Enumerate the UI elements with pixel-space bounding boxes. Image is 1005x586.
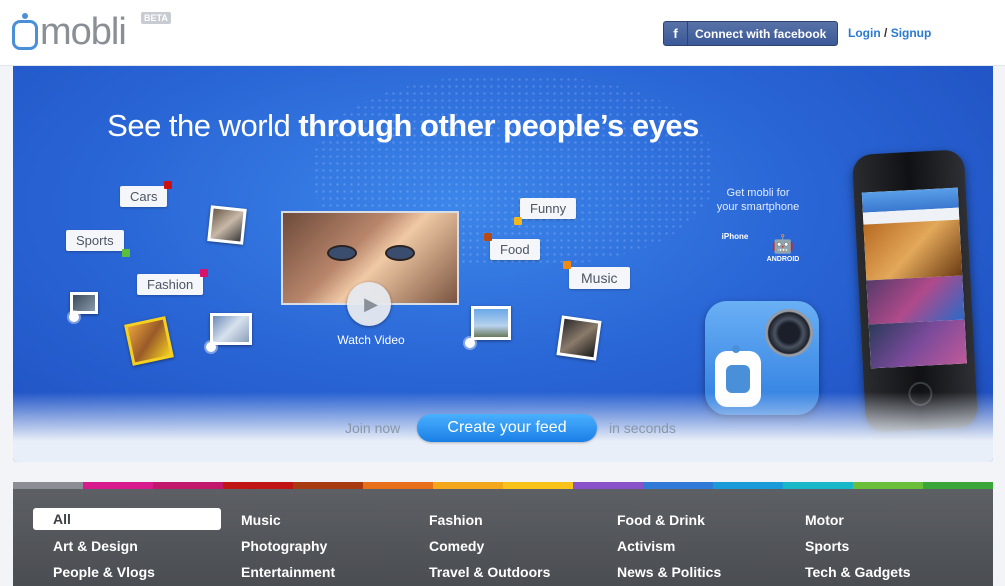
eye-left <box>329 247 355 259</box>
stripe-segment <box>153 482 223 489</box>
tag-cars[interactable]: Cars <box>120 181 173 207</box>
mobli-logo[interactable]: mobli <box>12 11 127 53</box>
location-pin-icon <box>206 342 216 352</box>
stripe-segment <box>223 482 293 489</box>
photo-thumb-man[interactable] <box>207 205 247 245</box>
location-pin-icon <box>465 338 475 348</box>
join-now-text: Join now <box>345 420 401 436</box>
tag-fashion-label: Fashion <box>147 277 194 292</box>
login-signup: Login / Signup <box>848 26 931 40</box>
phone-screen <box>861 187 967 369</box>
get-mobli-line1: Get mobli for <box>726 187 790 199</box>
video-face-eyes <box>323 247 423 261</box>
tag-food-label: Food <box>500 242 530 257</box>
android-icon: 🤖 <box>771 234 795 254</box>
category-food-drink[interactable]: Food & Drink <box>617 512 705 528</box>
headline-light: See the world <box>107 108 291 143</box>
tag-funny-dot <box>514 217 522 225</box>
category-activism[interactable]: Activism <box>617 538 675 554</box>
tag-music-dot <box>563 261 571 269</box>
iphone-download-link[interactable]: iPhone <box>715 232 755 241</box>
stripe-segment <box>643 482 713 489</box>
tag-food[interactable]: Food <box>484 233 540 260</box>
tag-food-dot <box>484 233 492 241</box>
photo-thumb-hat[interactable] <box>124 316 174 366</box>
android-label: ANDROID <box>766 256 800 263</box>
category-comedy[interactable]: Comedy <box>429 538 484 554</box>
stripe-segment <box>923 482 993 489</box>
category-news-politics[interactable]: News & Politics <box>617 564 721 580</box>
in-seconds-text: in seconds <box>609 420 676 436</box>
category-all[interactable]: All <box>33 508 221 530</box>
logo-o-icon <box>12 13 38 50</box>
play-icon[interactable]: ▶ <box>347 282 391 326</box>
tag-music[interactable]: Music <box>563 261 630 289</box>
tag-music-label: Music <box>581 270 618 286</box>
photo-thumb-street[interactable] <box>70 292 98 314</box>
login-separator: / <box>884 26 888 40</box>
iphone-mockup <box>851 149 979 433</box>
photo-thumb-eiffel[interactable] <box>471 306 511 340</box>
hero-headline: See the world through other people’s eye… <box>13 108 793 144</box>
connect-facebook-label: Connect with facebook <box>695 26 827 41</box>
headline-bold: through other people’s eyes <box>298 108 699 143</box>
photo-thumb-liberty[interactable] <box>210 313 252 345</box>
signup-link[interactable]: Signup <box>891 26 932 40</box>
connect-facebook-button[interactable]: f Connect with facebook <box>663 21 838 46</box>
tag-fashion-dot <box>200 269 209 277</box>
tag-cars-dot <box>164 181 173 189</box>
category-art-design[interactable]: Art & Design <box>53 538 138 554</box>
eye-right <box>387 247 413 259</box>
stripe-segment <box>83 482 153 489</box>
login-link[interactable]: Login <box>848 26 881 40</box>
watch-video-label[interactable]: Watch Video <box>311 333 431 347</box>
stripe-segment <box>713 482 783 489</box>
category-fashion[interactable]: Fashion <box>429 512 483 528</box>
category-photography[interactable]: Photography <box>241 538 327 554</box>
stripe-segment <box>293 482 363 489</box>
facebook-icon: f <box>664 22 688 45</box>
phone-food-image <box>863 219 963 281</box>
category-sports[interactable]: Sports <box>805 538 849 554</box>
stripe-segment <box>573 482 643 489</box>
tag-fashion[interactable]: Fashion <box>137 269 209 295</box>
hero-banner: See the world through other people’s eye… <box>13 66 993 462</box>
category-panel: All Art & Design People & Vlogs Music Ph… <box>13 482 993 586</box>
get-mobli-line2: your smartphone <box>716 201 800 213</box>
stripe-segment <box>13 482 83 489</box>
category-people-vlogs[interactable]: People & Vlogs <box>53 564 155 580</box>
phone-home-button <box>907 381 934 407</box>
iphone-label: iPhone <box>721 232 749 241</box>
location-pin-icon <box>69 312 79 322</box>
create-feed-button[interactable]: Create your feed <box>417 414 597 442</box>
logo-text: mobli <box>40 11 127 53</box>
tag-sports[interactable]: Sports <box>66 230 130 257</box>
tag-cars-label: Cars <box>130 189 158 204</box>
stripe-segment <box>853 482 923 489</box>
get-mobli-text: Get mobli for your smartphone <box>703 186 813 214</box>
category-travel-outdoors[interactable]: Travel & Outdoors <box>429 564 550 580</box>
category-motor[interactable]: Motor <box>805 512 844 528</box>
stripe-segment <box>503 482 573 489</box>
site-header: mobli BETA f Connect with facebook Login… <box>0 0 1005 66</box>
category-tech-gadgets[interactable]: Tech & Gadgets <box>805 564 911 580</box>
mobli-app-icon <box>705 301 819 415</box>
tag-sports-label: Sports <box>76 233 114 248</box>
android-download-link[interactable]: 🤖 ANDROID <box>763 232 803 263</box>
stripe-segment <box>433 482 503 489</box>
stripe-segment <box>783 482 853 489</box>
beta-badge: BETA <box>141 12 171 24</box>
tag-funny-label: Funny <box>530 201 567 216</box>
app-logo-o-icon <box>715 345 761 407</box>
camera-lens-icon <box>765 309 813 357</box>
phone-feed-image <box>868 319 967 369</box>
category-entertainment[interactable]: Entertainment <box>241 564 335 580</box>
phone-feed-image <box>866 275 965 325</box>
photo-thumb-portrait[interactable] <box>556 315 602 361</box>
category-color-stripe <box>13 482 993 489</box>
tag-funny[interactable]: Funny <box>514 198 577 225</box>
tag-sports-dot <box>121 249 130 257</box>
category-music[interactable]: Music <box>241 512 281 528</box>
stripe-segment <box>363 482 433 489</box>
